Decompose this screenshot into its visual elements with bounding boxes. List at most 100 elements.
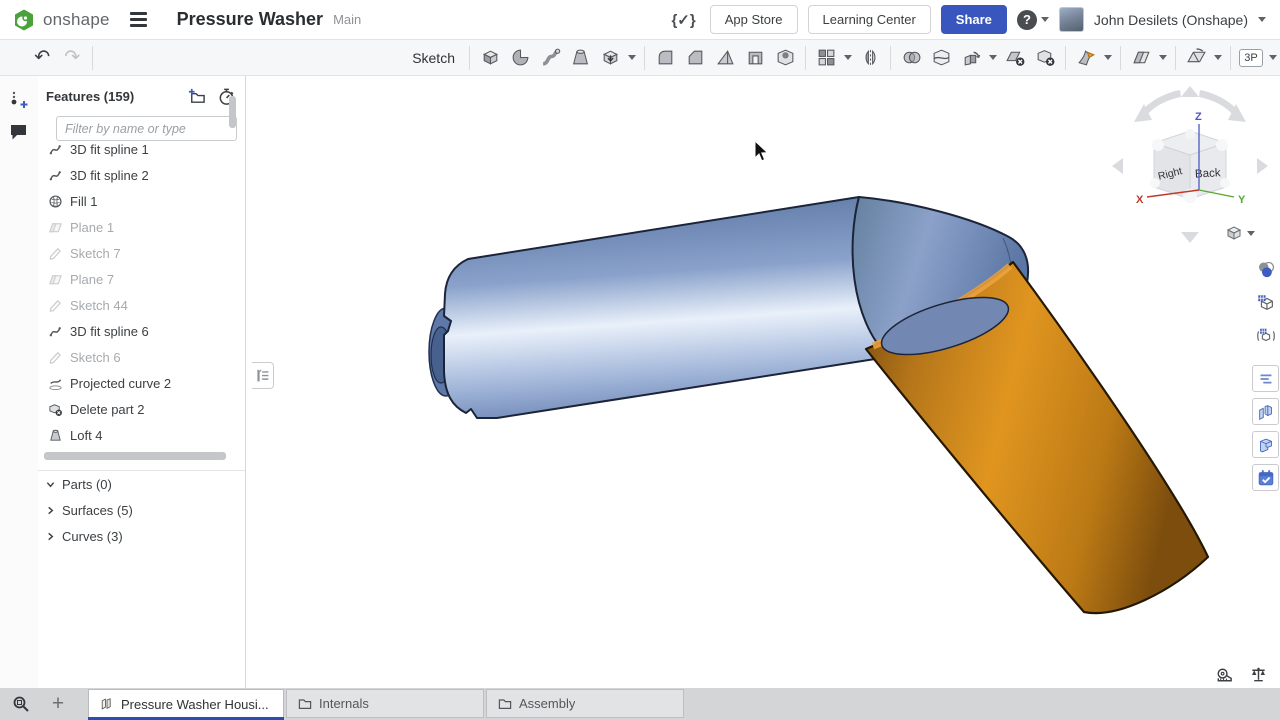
- parts-panel-button[interactable]: [1252, 398, 1279, 425]
- feature-item[interactable]: Sketch 6: [38, 344, 245, 370]
- feature-item[interactable]: 3D fit spline 6: [38, 318, 245, 344]
- measure-tool-button[interactable]: [1212, 663, 1236, 687]
- draft-button[interactable]: [710, 44, 740, 72]
- feature-item[interactable]: Sketch 7: [38, 240, 245, 266]
- move-face-button[interactable]: [1071, 44, 1101, 72]
- linear-pattern-button[interactable]: [811, 44, 841, 72]
- chevron-right-icon: [46, 532, 55, 541]
- toolbar-divider: [1120, 46, 1121, 70]
- boolean-button[interactable]: [896, 44, 926, 72]
- horizontal-scrollbar[interactable]: [44, 452, 226, 460]
- fillet-button[interactable]: [650, 44, 680, 72]
- feature-item[interactable]: 3D fit spline 2: [38, 162, 245, 188]
- app-store-button[interactable]: App Store: [710, 5, 798, 34]
- transform-button[interactable]: [956, 44, 986, 72]
- plane-dropdown-chevron[interactable]: [1156, 44, 1170, 72]
- axis-y-label: Y: [1238, 194, 1246, 206]
- revolve-button[interactable]: [505, 44, 535, 72]
- folder-icon: [297, 696, 313, 712]
- feature-list-flyout-button[interactable]: [252, 362, 274, 389]
- part-panel-button[interactable]: [1252, 431, 1279, 458]
- mass-properties-button[interactable]: [1246, 662, 1270, 686]
- pressure-washer-model[interactable]: Right Back Z X Y: [246, 76, 1280, 688]
- configurations-panel-button[interactable]: [1252, 289, 1279, 316]
- tab-search-button[interactable]: [8, 691, 34, 717]
- body-surface[interactable]: [444, 197, 888, 418]
- toolbar-divider: [1230, 46, 1231, 70]
- toolbar-divider: [805, 46, 806, 70]
- sketch-button[interactable]: Sketch: [98, 44, 464, 72]
- feature-list: 3D fit spline 1 3D fit spline 2 Fill 1 P…: [38, 136, 245, 526]
- main-menu-icon[interactable]: [126, 8, 151, 31]
- chevron-right-icon: [46, 506, 55, 515]
- pattern-dropdown-chevron[interactable]: [841, 44, 855, 72]
- surface-dropdown-chevron[interactable]: [1211, 44, 1225, 72]
- feature-item[interactable]: Projected curve 2: [38, 370, 245, 396]
- mirror-button[interactable]: [855, 44, 885, 72]
- share-button[interactable]: Share: [941, 5, 1007, 34]
- view-cube-icon: [1224, 223, 1244, 243]
- view-cube[interactable]: Right Back Z X Y: [1112, 86, 1268, 243]
- app-header: onshape Pressure Washer Main {✓} App Sto…: [0, 0, 1280, 40]
- chamfer-button[interactable]: [680, 44, 710, 72]
- add-tab-button[interactable]: +: [44, 690, 72, 718]
- toolbar-divider: [1175, 46, 1176, 70]
- comment-button[interactable]: [4, 117, 34, 147]
- custom-tables-panel-button[interactable]: [1252, 365, 1279, 392]
- delete-part-button[interactable]: [1030, 44, 1060, 72]
- configured-features-panel-button[interactable]: [1252, 322, 1279, 349]
- feature-item[interactable]: Delete part 2: [38, 396, 245, 422]
- delete-face-button[interactable]: [1000, 44, 1030, 72]
- document-title: Pressure Washer: [177, 9, 323, 30]
- feature-script-icon[interactable]: {✓}: [671, 11, 695, 29]
- thicken-dropdown-chevron[interactable]: [625, 44, 639, 72]
- onshape-logo-icon: [12, 8, 36, 32]
- view-options-button[interactable]: [1224, 222, 1260, 244]
- feature-item[interactable]: Plane 1: [38, 214, 245, 240]
- thicken-button[interactable]: [595, 44, 625, 72]
- loft-button[interactable]: [565, 44, 595, 72]
- appearance-panel-button[interactable]: [1252, 256, 1279, 283]
- axis-x-label: X: [1136, 194, 1144, 206]
- help-icon[interactable]: ?: [1017, 10, 1037, 30]
- parts-section-header[interactable]: Parts (0): [38, 471, 245, 497]
- move-face-dropdown-chevron[interactable]: [1101, 44, 1115, 72]
- toolbar-divider: [644, 46, 645, 70]
- graphics-viewport[interactable]: Right Back Z X Y: [246, 76, 1280, 688]
- help-menu[interactable]: ?: [1017, 10, 1049, 30]
- user-menu-chevron-icon[interactable]: [1258, 17, 1266, 22]
- release-schedule-panel-button[interactable]: [1252, 464, 1279, 491]
- feature-item[interactable]: 3D fit spline 1: [38, 136, 245, 162]
- shell-button[interactable]: [740, 44, 770, 72]
- plane-button[interactable]: [1126, 44, 1156, 72]
- onshape-logo[interactable]: onshape: [0, 8, 110, 32]
- feature-item[interactable]: Plane 7: [38, 266, 245, 292]
- logo-text: onshape: [43, 10, 110, 30]
- tab-assembly[interactable]: Assembly: [486, 689, 684, 718]
- chevron-down-icon: [46, 480, 55, 489]
- learning-center-button[interactable]: Learning Center: [808, 5, 931, 34]
- toolbar-divider: [890, 46, 891, 70]
- toolbar-divider: [469, 46, 470, 70]
- avatar[interactable]: [1059, 7, 1084, 32]
- insert-button[interactable]: [4, 85, 34, 115]
- extrude-button[interactable]: [475, 44, 505, 72]
- split-button[interactable]: [926, 44, 956, 72]
- tab-part-studio[interactable]: Pressure Washer Housi...: [88, 689, 284, 718]
- tab-internals[interactable]: Internals: [286, 689, 484, 718]
- feature-item[interactable]: Loft 4: [38, 422, 245, 448]
- workspace-name[interactable]: Main: [333, 12, 361, 27]
- surfaces-section-header[interactable]: Surfaces (5): [38, 497, 245, 523]
- feature-item[interactable]: Sketch 44: [38, 292, 245, 318]
- hole-button[interactable]: [770, 44, 800, 72]
- redo-button[interactable]: ↷: [57, 44, 87, 72]
- curves-section-header[interactable]: Curves (3): [38, 523, 245, 549]
- undo-button[interactable]: ↶: [27, 44, 57, 72]
- boundary-surface-button[interactable]: [1181, 44, 1211, 72]
- user-name[interactable]: John Desilets (Onshape): [1094, 12, 1248, 28]
- three-point-button[interactable]: 3P: [1236, 44, 1266, 72]
- three-point-dropdown-chevron[interactable]: [1266, 44, 1280, 72]
- feature-item[interactable]: Fill 1: [38, 188, 245, 214]
- sweep-button[interactable]: [535, 44, 565, 72]
- transform-dropdown-chevron[interactable]: [986, 44, 1000, 72]
